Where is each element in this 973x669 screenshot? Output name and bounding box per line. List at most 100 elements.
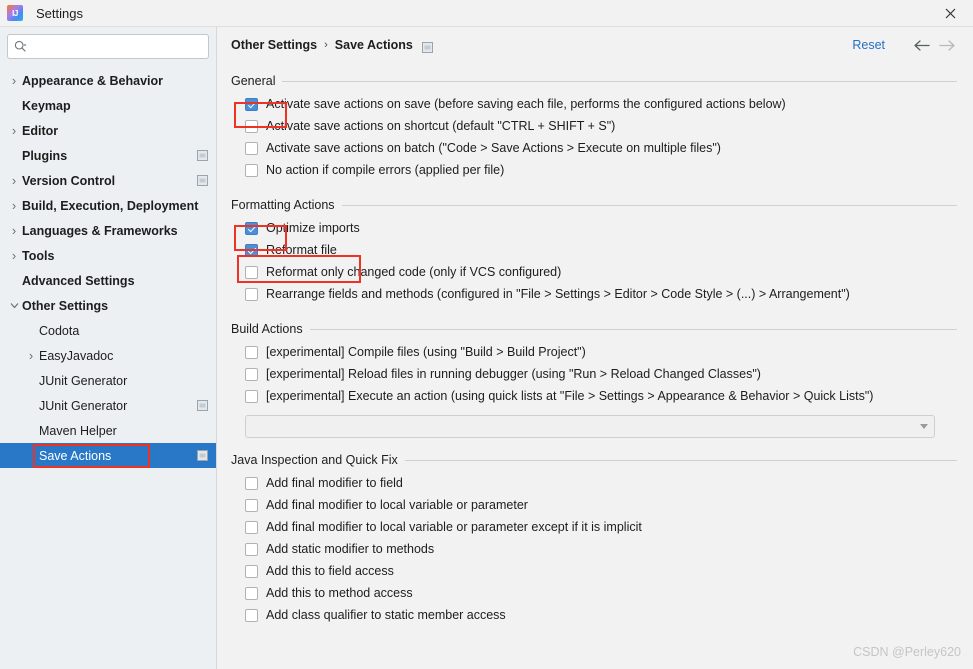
- sidebar-item-junit-generator[interactable]: JUnit Generator: [0, 393, 216, 418]
- section-header: Build Actions: [231, 321, 957, 337]
- sidebar-item-build-execution-deployment[interactable]: › Build, Execution, Deployment: [0, 193, 216, 218]
- checkbox-label: Add final modifier to field: [266, 476, 403, 490]
- checkbox-row[interactable]: Add class qualifier to static member acc…: [245, 606, 957, 628]
- chevron-right-icon[interactable]: ›: [6, 223, 22, 238]
- checkbox-row[interactable]: Add this to field access: [245, 562, 957, 584]
- section-header: Formatting Actions: [231, 197, 957, 213]
- quick-list-dropdown[interactable]: [245, 415, 935, 438]
- chevron-right-icon[interactable]: ›: [6, 123, 22, 138]
- sidebar-item-version-control[interactable]: › Version Control: [0, 168, 216, 193]
- checkbox-label: [experimental] Reload files in running d…: [266, 367, 761, 381]
- sidebar-item-appearance-behavior[interactable]: › Appearance & Behavior: [0, 68, 216, 93]
- checkbox-unchecked[interactable]: [245, 368, 258, 381]
- sidebar-item-label: Maven Helper: [39, 423, 117, 438]
- sidebar-item-tools[interactable]: › Tools: [0, 243, 216, 268]
- checkbox-unchecked[interactable]: [245, 521, 258, 534]
- checkbox-row[interactable]: Add static modifier to methods: [245, 540, 957, 562]
- checkbox-row[interactable]: Reformat only changed code (only if VCS …: [245, 263, 957, 285]
- checkbox-label: [experimental] Compile files (using "Bui…: [266, 345, 586, 359]
- checkbox-unchecked[interactable]: [245, 164, 258, 177]
- checkbox-label: Activate save actions on save (before sa…: [266, 97, 786, 111]
- settings-tree: › Appearance & Behavior Keymap › Editor Plugi…: [0, 65, 216, 669]
- sidebar-item-save-actions[interactable]: Save Actions: [0, 443, 216, 468]
- checkbox-unchecked[interactable]: [245, 390, 258, 403]
- title-bar: Settings: [0, 0, 973, 27]
- checkbox-unchecked[interactable]: [245, 477, 258, 490]
- reset-button[interactable]: Reset: [852, 38, 885, 52]
- checkbox-unchecked[interactable]: [245, 565, 258, 578]
- sidebar-item-plugins[interactable]: Plugins: [0, 143, 216, 168]
- search-input[interactable]: [30, 35, 202, 58]
- checkbox-row[interactable]: [experimental] Execute an action (using …: [245, 387, 957, 409]
- checkbox-row[interactable]: Activate save actions on save (before sa…: [245, 95, 957, 117]
- settings-page-icon: [197, 450, 208, 461]
- search-box[interactable]: [7, 34, 209, 59]
- section-title: Java Inspection and Quick Fix: [231, 453, 398, 467]
- sidebar-item-other-settings[interactable]: Other Settings: [0, 293, 216, 318]
- sidebar-item-codota[interactable]: Codota: [0, 318, 216, 343]
- arrow-right-icon[interactable]: [938, 36, 957, 55]
- sidebar-item-label: Tools: [22, 248, 55, 263]
- checkbox-checked[interactable]: [245, 244, 258, 257]
- checkbox-label: Add final modifier to local variable or …: [266, 498, 528, 512]
- breadcrumb-current: Save Actions: [334, 38, 413, 52]
- sidebar-item-editor[interactable]: › Editor: [0, 118, 216, 143]
- breadcrumb: Other Settings › Save Actions Reset: [231, 27, 957, 59]
- checkbox-row[interactable]: Add final modifier to local variable or …: [245, 496, 957, 518]
- checkbox-row[interactable]: No action if compile errors (applied per…: [245, 161, 957, 183]
- chevron-right-icon[interactable]: ›: [23, 348, 39, 363]
- checkbox-row[interactable]: Rearrange fields and methods (configured…: [245, 285, 957, 307]
- close-icon[interactable]: [927, 0, 973, 27]
- checkbox-checked[interactable]: [245, 98, 258, 111]
- sidebar-item-maven-helper[interactable]: Maven Helper: [0, 418, 216, 443]
- checkbox-row[interactable]: Activate save actions on batch ("Code > …: [245, 139, 957, 161]
- checkbox-unchecked[interactable]: [245, 266, 258, 279]
- checkbox-row[interactable]: Activate save actions on shortcut (defau…: [245, 117, 957, 139]
- chevron-right-icon[interactable]: ›: [6, 198, 22, 213]
- checkbox-row[interactable]: [experimental] Compile files (using "Bui…: [245, 343, 957, 365]
- checkbox-row[interactable]: Optimize imports: [245, 219, 957, 241]
- checkbox-unchecked[interactable]: [245, 543, 258, 556]
- checkbox-label: Reformat file: [266, 243, 337, 257]
- sidebar-item-easyjavadoc[interactable]: › EasyJavadoc: [0, 343, 216, 368]
- section-formatting-actions: Formatting Actions Optimize imports Reform…: [231, 197, 957, 307]
- option-list: Add final modifier to field Add final mod…: [231, 468, 957, 628]
- chevron-down-icon[interactable]: [920, 424, 928, 429]
- checkbox-row[interactable]: Reformat file: [245, 241, 957, 263]
- checkbox-unchecked[interactable]: [245, 120, 258, 133]
- settings-sidebar: › Appearance & Behavior Keymap › Editor Plugi…: [0, 27, 217, 669]
- checkbox-unchecked[interactable]: [245, 288, 258, 301]
- section-divider: [282, 80, 957, 82]
- sidebar-item-label: Languages & Frameworks: [22, 223, 178, 238]
- sidebar-item-keymap[interactable]: Keymap: [0, 93, 216, 118]
- chevron-right-icon[interactable]: ›: [6, 248, 22, 263]
- checkbox-row[interactable]: Add this to method access: [245, 584, 957, 606]
- checkbox-checked[interactable]: [245, 222, 258, 235]
- checkbox-row[interactable]: [experimental] Reload files in running d…: [245, 365, 957, 387]
- option-list: Activate save actions on save (before sa…: [231, 89, 957, 183]
- arrow-left-icon[interactable]: [912, 36, 931, 55]
- chevron-down-icon[interactable]: [6, 301, 22, 310]
- checkbox-row[interactable]: Add final modifier to field: [245, 474, 957, 496]
- sidebar-item-advanced-settings[interactable]: Advanced Settings: [0, 268, 216, 293]
- settings-sections: General Activate save actions on save (be…: [231, 73, 957, 628]
- checkbox-unchecked[interactable]: [245, 609, 258, 622]
- chevron-right-icon[interactable]: ›: [6, 73, 22, 88]
- checkbox-unchecked[interactable]: [245, 346, 258, 359]
- checkbox-row[interactable]: Add final modifier to local variable or …: [245, 518, 957, 540]
- settings-page-icon: [421, 40, 433, 53]
- intellij-idea-logo-icon: [7, 5, 23, 21]
- sidebar-item-languages-frameworks[interactable]: › Languages & Frameworks: [0, 218, 216, 243]
- breadcrumb-parent[interactable]: Other Settings: [231, 38, 317, 52]
- sidebar-item-junit-generator[interactable]: JUnit Generator: [0, 368, 216, 393]
- checkbox-unchecked[interactable]: [245, 142, 258, 155]
- section-general: General Activate save actions on save (be…: [231, 73, 957, 183]
- settings-window: Settings: [0, 0, 973, 669]
- chevron-right-icon[interactable]: ›: [6, 173, 22, 188]
- checkbox-unchecked[interactable]: [245, 587, 258, 600]
- sidebar-item-label: JUnit Generator: [39, 398, 128, 413]
- checkbox-unchecked[interactable]: [245, 499, 258, 512]
- window-title: Settings: [36, 5, 83, 21]
- checkbox-label: Add this to field access: [266, 564, 394, 578]
- sidebar-item-label: Appearance & Behavior: [22, 73, 164, 88]
